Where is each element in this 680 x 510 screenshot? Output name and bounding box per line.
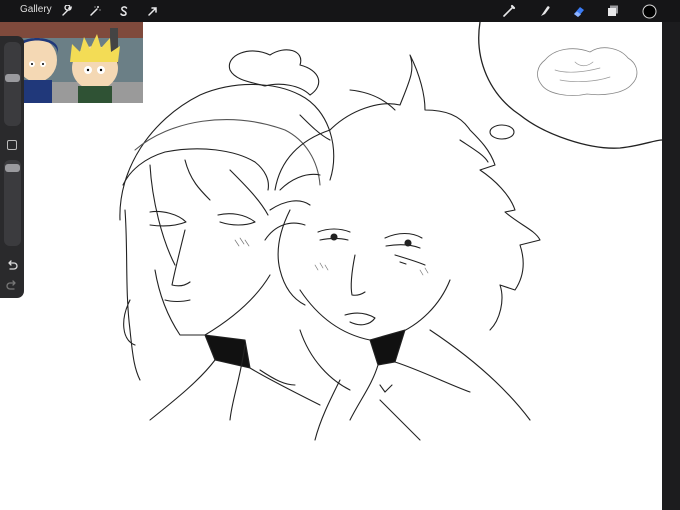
brush-size-handle[interactable] xyxy=(5,74,20,82)
canvas-edge xyxy=(662,22,680,510)
undo-icon[interactable] xyxy=(6,258,18,276)
redo-icon[interactable] xyxy=(6,278,18,296)
modify-button[interactable] xyxy=(7,140,17,150)
brush-icon[interactable] xyxy=(501,3,517,19)
eraser-icon[interactable] xyxy=(571,3,587,19)
opacity-handle[interactable] xyxy=(5,164,20,172)
color-swatch[interactable] xyxy=(641,3,657,19)
gallery-button[interactable]: Gallery xyxy=(20,4,52,15)
selection-icon[interactable] xyxy=(116,3,132,19)
top-toolbar: Gallery xyxy=(0,0,680,22)
brush-size-slider[interactable] xyxy=(4,42,21,126)
smudge-icon[interactable] xyxy=(537,3,553,19)
opacity-slider[interactable] xyxy=(4,160,21,246)
transform-arrow-icon[interactable] xyxy=(145,3,161,19)
wrench-icon[interactable] xyxy=(59,3,75,19)
magic-wand-icon[interactable] xyxy=(87,3,103,19)
left-sidebar xyxy=(0,36,24,298)
layers-icon[interactable] xyxy=(605,3,621,19)
